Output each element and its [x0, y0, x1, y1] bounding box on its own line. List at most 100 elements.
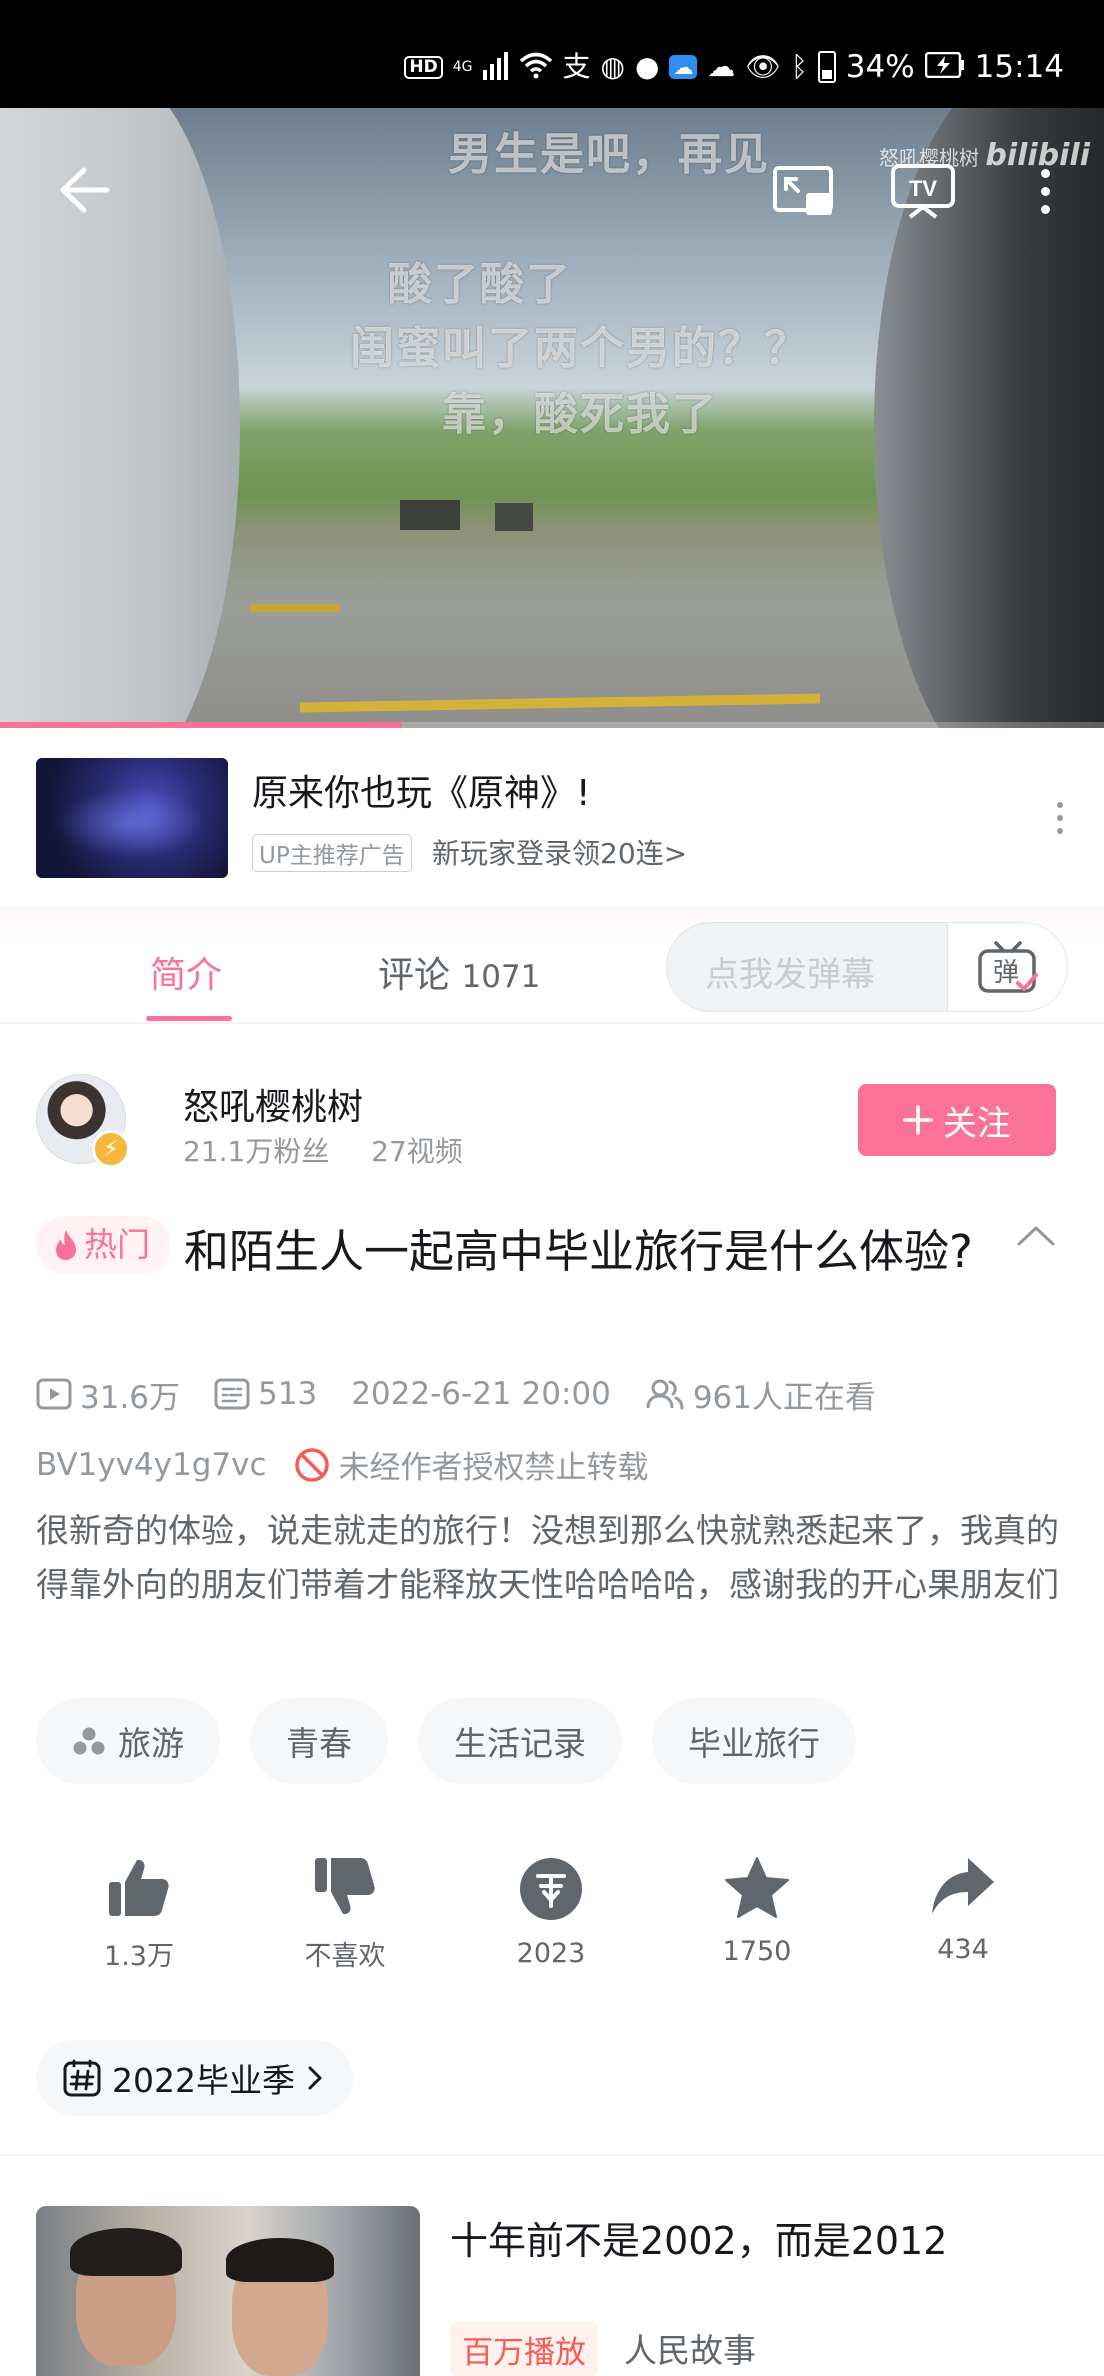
- ad-banner[interactable]: 原来你也玩《原神》! UP主推荐广告 新玩家登录领20连>: [0, 728, 1104, 908]
- share-count: 434: [937, 1934, 989, 1965]
- tv-cast-button[interactable]: TV: [888, 158, 958, 224]
- browser-icon: ◍: [600, 50, 625, 83]
- verified-lightning-icon: ⚡: [92, 1130, 130, 1168]
- action-bar: 1.3万 不喜欢 2023 1750 434: [36, 1856, 1068, 1973]
- runway-marking: [299, 693, 821, 713]
- plus-icon: [903, 1105, 933, 1135]
- ad-more-button[interactable]: [1050, 802, 1070, 834]
- danmaku-comment: 酸了酸了: [388, 259, 572, 310]
- danmaku-toggle-button[interactable]: 弹: [947, 923, 1067, 1011]
- window-frame-left: [0, 108, 240, 728]
- pip-button[interactable]: [770, 158, 836, 224]
- coin-count: 2023: [516, 1938, 586, 1969]
- tag-label: 生活记录: [454, 1724, 586, 1763]
- picture-in-picture-icon: [773, 166, 833, 215]
- dislike-label: 不喜欢: [304, 1941, 386, 1972]
- recommendation-thumbnail[interactable]: [36, 2206, 420, 2376]
- video-title: 热门 和陌生人一起高中毕业旅行是什么体验?: [36, 1216, 1026, 1286]
- play-count-value: 31.6万: [80, 1379, 181, 1416]
- scene-object: [400, 500, 460, 530]
- recommendation-badge: 百万播放: [450, 2322, 598, 2376]
- tag-item[interactable]: 毕业旅行: [652, 1698, 856, 1784]
- back-arrow-icon: [60, 167, 110, 213]
- tab-intro[interactable]: 简介: [150, 946, 222, 998]
- bvid[interactable]: BV1yv4y1g7vc: [36, 1447, 267, 1483]
- share-button[interactable]: 434: [860, 1856, 1066, 1973]
- recommendation-title[interactable]: 十年前不是2002，而是2012: [450, 2210, 947, 2265]
- collapse-button[interactable]: [1016, 1224, 1056, 1252]
- people-icon: [646, 1379, 684, 1410]
- publish-date: 2022-6-21 20:00: [351, 1376, 611, 1412]
- danmaku-count: 513: [214, 1376, 317, 1412]
- dislike-button[interactable]: 不喜欢: [242, 1856, 448, 1973]
- hashtag-icon: [63, 2059, 101, 2097]
- hot-label: 热门: [84, 1225, 150, 1264]
- cloud-icon: ☁: [707, 50, 736, 83]
- hot-badge[interactable]: 热门: [36, 1216, 170, 1274]
- thumbnail-figure: [70, 2228, 182, 2366]
- tag-label: 毕业旅行: [688, 1724, 820, 1763]
- video-description: 很新奇的体验，说走就走的旅行！没想到那么快就熟悉起来了，我真的得靠外向的朋友们带…: [36, 1511, 1059, 1604]
- ad-subtitle[interactable]: 新玩家登录领20连>: [432, 832, 687, 872]
- power-saving-icon: [924, 51, 965, 83]
- favorite-button[interactable]: 1750: [654, 1856, 860, 1973]
- comment-count: 1071: [461, 959, 541, 995]
- message-icon: ●: [634, 50, 660, 83]
- uploader-stats: 21.1万粉丝 27视频: [183, 1130, 463, 1170]
- tag-label: 旅游: [118, 1724, 184, 1763]
- eye-icon: 👁: [745, 50, 781, 83]
- uploader-name[interactable]: 怒吼樱桃树: [183, 1078, 363, 1130]
- tv-icon: TV: [891, 164, 955, 219]
- follow-button[interactable]: 关注: [858, 1084, 1056, 1156]
- thumbs-down-icon: [315, 1858, 375, 1915]
- tab-indicator: [146, 1016, 232, 1021]
- section-divider: [0, 2154, 1104, 2156]
- watching-now-value: 961人正在看: [692, 1379, 876, 1416]
- back-button[interactable]: [52, 158, 116, 222]
- topic-label: 2022毕业季: [112, 2061, 295, 2100]
- tag-item[interactable]: 生活记录: [418, 1698, 622, 1784]
- tag-item[interactable]: 旅游: [36, 1698, 220, 1784]
- ad-title[interactable]: 原来你也玩《原神》!: [252, 764, 590, 816]
- video-stats: 31.6万 513 2022-6-21 20:00 961人正在看: [36, 1372, 910, 1416]
- more-dots-icon: [1040, 168, 1050, 178]
- danmaku-comment: 闺蜜叫了两个男的？？: [350, 323, 810, 374]
- play-icon: [36, 1378, 72, 1410]
- play-count: 31.6万: [36, 1372, 180, 1417]
- coin-button[interactable]: 2023: [448, 1856, 654, 1973]
- app-icon: ☁: [669, 55, 698, 79]
- signal-bars-icon: [482, 50, 509, 85]
- video-meta: BV1yv4y1g7vc 未经作者授权禁止转载: [36, 1442, 649, 1487]
- more-options-button[interactable]: [1030, 158, 1060, 224]
- ad-badge: UP主推荐广告: [252, 834, 412, 872]
- flame-icon: [56, 1230, 76, 1260]
- like-count: 1.3万: [104, 1941, 174, 1972]
- danmaku-input[interactable]: 点我发弹幕 弹: [666, 922, 1068, 1012]
- danmaku-button-glyph: 弹: [992, 958, 1018, 988]
- status-icons: HD 4G 支 ◍ ● ☁ ☁ 👁 ᛒ 34% 15:14: [404, 44, 1064, 90]
- thumbs-up-icon: [109, 1859, 169, 1916]
- detail-tabs: 简介 评论 1071 点我发弹幕 弹: [0, 908, 1104, 1024]
- network-type: 4G: [452, 59, 473, 75]
- tag-label: 青春: [286, 1724, 352, 1763]
- video-player[interactable]: 男生是吧，再见 酸了酸了 闺蜜叫了两个男的？？ 靠，酸死我了 怒吼樱桃树 bil…: [0, 108, 1104, 728]
- wifi-icon: [519, 51, 553, 84]
- no-repost-icon: [294, 1447, 329, 1482]
- recommendation-author[interactable]: 人民故事: [624, 2324, 756, 2372]
- topic-chip[interactable]: 2022毕业季: [36, 2040, 353, 2116]
- battery-percent: 34%: [845, 49, 915, 85]
- favorite-count: 1750: [722, 1936, 792, 1967]
- follow-label: 关注: [943, 1103, 1011, 1144]
- signal-icon: 4G: [453, 60, 473, 74]
- alipay-icon: 支: [562, 50, 591, 83]
- svg-text:TV: TV: [909, 176, 937, 201]
- tab-comments-label: 评论: [378, 955, 451, 996]
- share-arrow-icon: [932, 1858, 994, 1914]
- tag-item[interactable]: 青春: [250, 1698, 388, 1784]
- video-title-text: 和陌生人一起高中毕业旅行是什么体验?: [184, 1225, 973, 1278]
- like-button[interactable]: 1.3万: [36, 1856, 242, 1973]
- ad-thumbnail[interactable]: [36, 758, 228, 878]
- tab-comments[interactable]: 评论 1071: [378, 946, 540, 998]
- coin-icon: [520, 1858, 582, 1920]
- tag-list: 旅游 青春 生活记录 毕业旅行: [36, 1698, 856, 1784]
